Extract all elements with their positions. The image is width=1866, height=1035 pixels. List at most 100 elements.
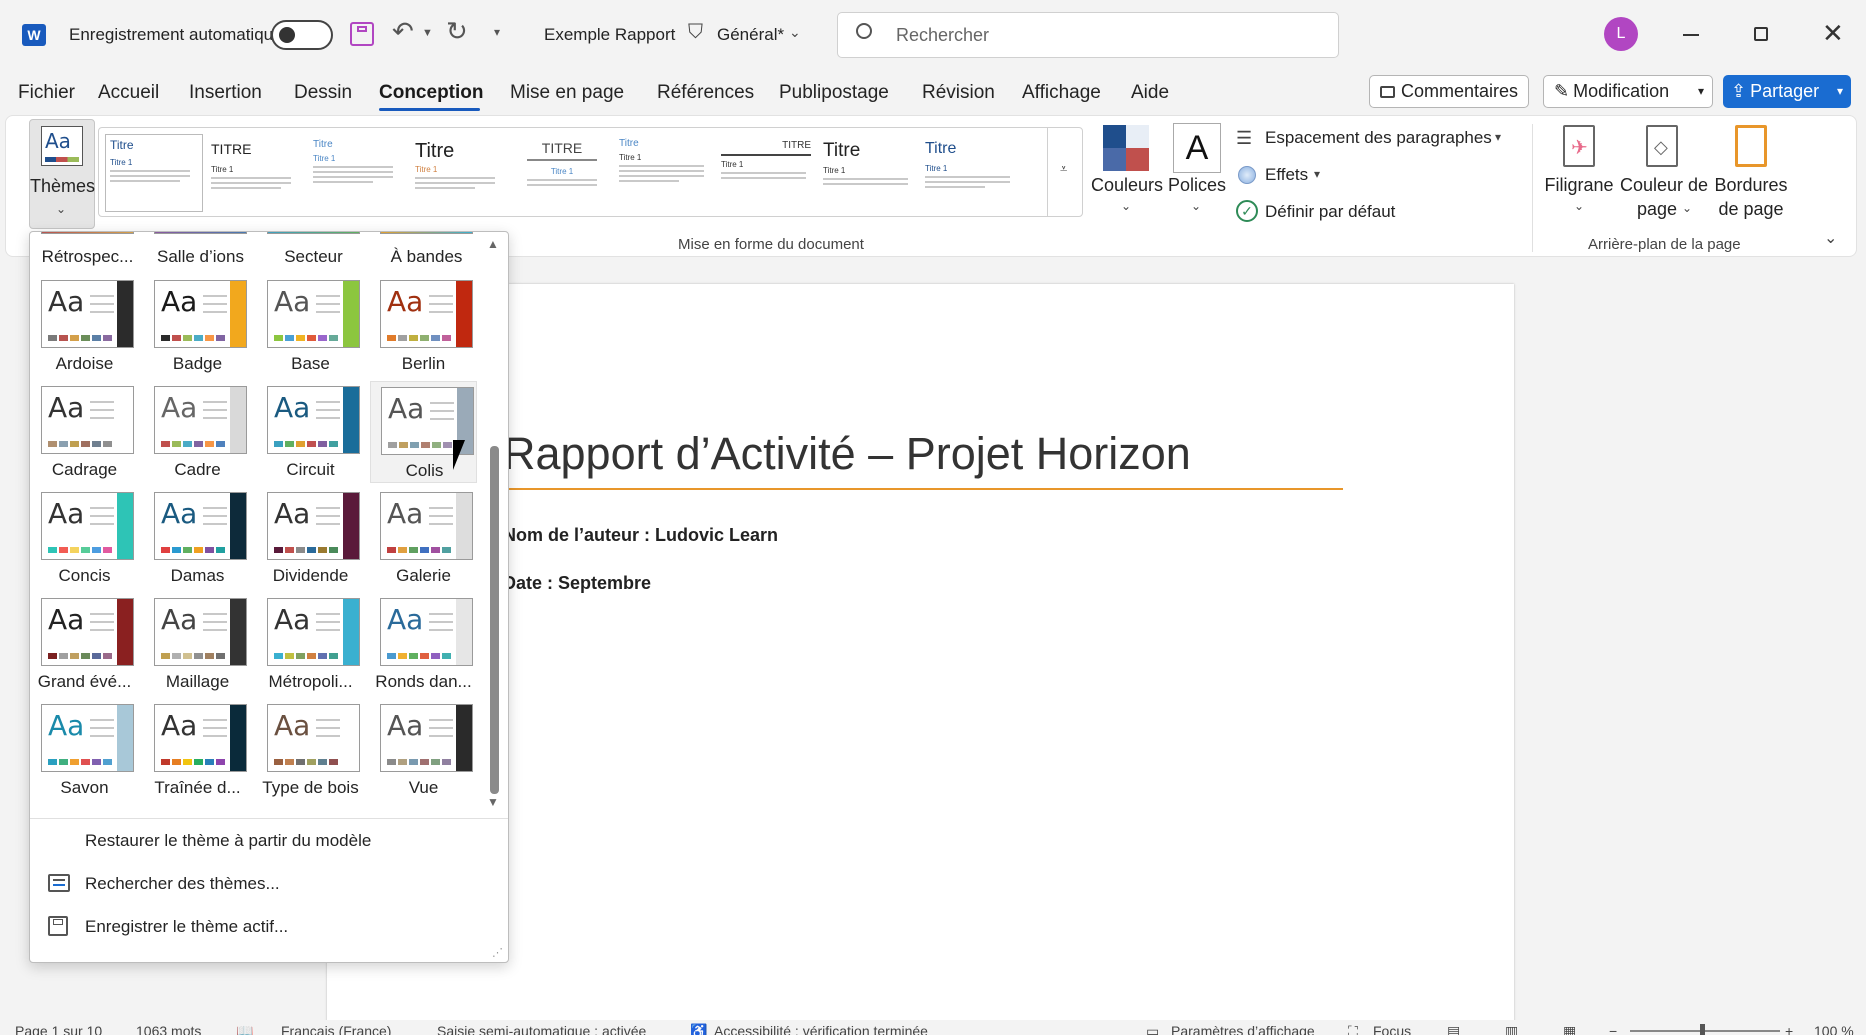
style-set-item[interactable]: Titre Titre 1 bbox=[309, 136, 407, 214]
tab-conception[interactable]: Conception bbox=[379, 82, 484, 104]
theme-item[interactable]: Aa Badge bbox=[144, 275, 251, 377]
status-autocomplete[interactable]: Saisie semi-automatique : activée bbox=[437, 1023, 646, 1035]
style-set-item[interactable]: Titre Titre 1 bbox=[411, 136, 509, 214]
tab-dessin[interactable]: Dessin bbox=[294, 82, 352, 104]
watermark-button[interactable]: ✈ Filigrane ⌄ bbox=[1544, 121, 1614, 221]
zoom-out-icon[interactable]: − bbox=[1609, 1023, 1617, 1035]
set-default-button[interactable]: ✓ Définir par défaut bbox=[1236, 200, 1436, 226]
status-accessibility[interactable]: Accessibilité : vérification terminée bbox=[714, 1023, 928, 1035]
theme-item[interactable]: Aa Traînée d... bbox=[144, 699, 251, 801]
print-layout-icon[interactable]: ▥ bbox=[1505, 1023, 1518, 1035]
save-icon[interactable] bbox=[350, 22, 374, 46]
theme-name[interactable]: À bandes bbox=[373, 247, 480, 267]
theme-item[interactable]: Aa Métropoli... bbox=[257, 593, 364, 695]
save-theme-menu-item[interactable]: Enregistrer le thème actif... bbox=[85, 917, 288, 937]
resize-grip-icon[interactable]: ⋰ bbox=[492, 946, 503, 959]
theme-item[interactable]: Aa Base bbox=[257, 275, 364, 377]
style-set-item[interactable]: TITRE Titre 1 bbox=[207, 136, 305, 214]
avatar[interactable]: L bbox=[1604, 17, 1638, 51]
scroll-down-icon[interactable]: ▼ bbox=[487, 795, 499, 809]
theme-item[interactable]: Aa Ronds dan... bbox=[370, 593, 477, 695]
sensitivity-label[interactable]: Général* bbox=[717, 25, 784, 45]
theme-name[interactable]: Rétrospec... bbox=[34, 247, 141, 267]
tab-fichier[interactable]: Fichier bbox=[18, 82, 75, 104]
theme-item[interactable]: Aa Vue bbox=[370, 699, 477, 801]
accessibility-icon[interactable]: ♿ bbox=[690, 1023, 707, 1035]
chevron-down-icon[interactable]: ⌄ bbox=[789, 24, 801, 41]
theme-item[interactable]: Aa Maillage bbox=[144, 593, 251, 695]
collapse-ribbon-icon[interactable]: ⌄ bbox=[1824, 228, 1837, 248]
author-line[interactable]: Nom de l’auteur : Ludovic Learn bbox=[503, 525, 778, 546]
tab-accueil[interactable]: Accueil bbox=[98, 82, 159, 104]
customize-toolbar-icon[interactable]: ▾ bbox=[494, 25, 500, 39]
comments-button[interactable]: Commentaires bbox=[1369, 75, 1529, 108]
style-set-item[interactable]: TITRE Titre 1 bbox=[717, 136, 815, 214]
themes-button[interactable]: Aa Thèmes ⌄ bbox=[29, 119, 95, 229]
theme-item[interactable]: Aa Ardoise bbox=[31, 275, 138, 377]
browse-themes-menu-item[interactable]: Rechercher des thèmes... bbox=[85, 874, 280, 894]
style-set-gallery[interactable]: Titre Titre 1 TITRE Titre 1 Titre Titre … bbox=[98, 127, 1083, 217]
zoom-in-icon[interactable]: + bbox=[1785, 1023, 1793, 1035]
gallery-more-button[interactable]: ⩡ bbox=[1047, 127, 1083, 217]
undo-dropdown-icon[interactable]: ▼ bbox=[422, 27, 433, 39]
status-display-settings[interactable]: Paramètres d’affichage bbox=[1171, 1023, 1315, 1035]
theme-item[interactable]: Aa Cadre bbox=[144, 381, 251, 483]
tab-publipostage[interactable]: Publipostage bbox=[779, 82, 889, 104]
read-mode-icon[interactable]: ▤ bbox=[1447, 1023, 1460, 1035]
status-words[interactable]: 1063 mots bbox=[136, 1023, 201, 1035]
style-set-item[interactable]: Titre Titre 1 bbox=[615, 136, 713, 214]
search-box[interactable]: Rechercher bbox=[837, 12, 1339, 58]
tab-revision[interactable]: Révision bbox=[922, 82, 995, 104]
redo-icon[interactable]: ↻ bbox=[446, 16, 468, 47]
tab-affichage[interactable]: Affichage bbox=[1022, 82, 1101, 104]
zoom-slider[interactable] bbox=[1630, 1030, 1780, 1032]
web-layout-icon[interactable]: ▦ bbox=[1563, 1023, 1576, 1035]
status-focus[interactable]: Focus bbox=[1373, 1023, 1411, 1035]
theme-item[interactable]: Aa Galerie bbox=[370, 487, 477, 589]
fonts-button[interactable]: A Polices ⌄ bbox=[1167, 121, 1227, 221]
date-line[interactable]: Date : Septembre bbox=[503, 573, 651, 594]
shield-icon[interactable]: ⛉ bbox=[688, 21, 703, 44]
zoom-slider-thumb[interactable] bbox=[1700, 1024, 1705, 1035]
theme-item[interactable]: Aa Savon bbox=[31, 699, 138, 801]
scrollbar-thumb[interactable] bbox=[490, 446, 499, 794]
autosave-toggle[interactable] bbox=[271, 20, 333, 50]
theme-item[interactable]: Aa Type de bois bbox=[257, 699, 364, 801]
minimize-icon[interactable] bbox=[1683, 34, 1699, 36]
undo-icon[interactable]: ↶ bbox=[392, 16, 414, 47]
document-title[interactable]: Exemple Rapport bbox=[544, 25, 675, 45]
theme-name[interactable]: Secteur bbox=[260, 247, 367, 267]
theme-item[interactable]: Aa Berlin bbox=[370, 275, 477, 377]
status-zoom[interactable]: 100 % bbox=[1814, 1023, 1854, 1035]
colors-button[interactable]: Couleurs ⌄ bbox=[1091, 121, 1163, 221]
page-borders-button[interactable]: Bordures de page bbox=[1714, 121, 1788, 221]
restore-theme-menu-item[interactable]: Restaurer le thème à partir du modèle bbox=[85, 831, 371, 851]
theme-item[interactable]: Aa Cadrage bbox=[31, 381, 138, 483]
tab-aide[interactable]: Aide bbox=[1131, 82, 1169, 104]
display-settings-icon[interactable]: ▭ bbox=[1146, 1023, 1159, 1035]
proofing-icon[interactable]: 📖 bbox=[236, 1023, 253, 1035]
theme-item[interactable]: Aa Grand évé... bbox=[31, 593, 138, 695]
page-color-button[interactable]: ◇ Couleur de page ⌄ bbox=[1620, 121, 1708, 221]
document-title[interactable]: Rapport d’Activité – Projet Horizon bbox=[503, 428, 1191, 480]
style-set-item[interactable]: Titre Titre 1 bbox=[921, 136, 1019, 214]
scroll-up-icon[interactable]: ▲ bbox=[487, 237, 499, 251]
theme-item[interactable]: Aa Damas bbox=[144, 487, 251, 589]
status-language[interactable]: Français (France) bbox=[281, 1023, 391, 1035]
focus-icon[interactable]: ⛶ bbox=[1348, 1023, 1358, 1035]
theme-item[interactable]: Aa Dividende bbox=[257, 487, 364, 589]
tab-references[interactable]: Références bbox=[657, 82, 754, 104]
status-page[interactable]: Page 1 sur 10 bbox=[15, 1023, 102, 1035]
tab-mise-en-page[interactable]: Mise en page bbox=[510, 82, 624, 104]
theme-name[interactable]: Salle d’ions bbox=[147, 247, 254, 267]
style-set-item[interactable]: TITRE Titre 1 bbox=[513, 136, 611, 214]
theme-item[interactable]: Aa Concis bbox=[31, 487, 138, 589]
editing-mode-button[interactable]: ✎ Modification ▾ bbox=[1543, 75, 1713, 108]
close-icon[interactable]: ✕ bbox=[1822, 18, 1844, 49]
style-set-item[interactable]: Titre Titre 1 bbox=[105, 134, 203, 212]
restore-icon[interactable] bbox=[1754, 27, 1768, 41]
paragraph-spacing-button[interactable]: ☰ Espacement des paragraphes ▾ bbox=[1236, 126, 1511, 152]
theme-item[interactable]: Aa Circuit bbox=[257, 381, 364, 483]
share-button[interactable]: ⇪ Partager ▾ bbox=[1723, 75, 1851, 108]
tab-insertion[interactable]: Insertion bbox=[189, 82, 262, 104]
